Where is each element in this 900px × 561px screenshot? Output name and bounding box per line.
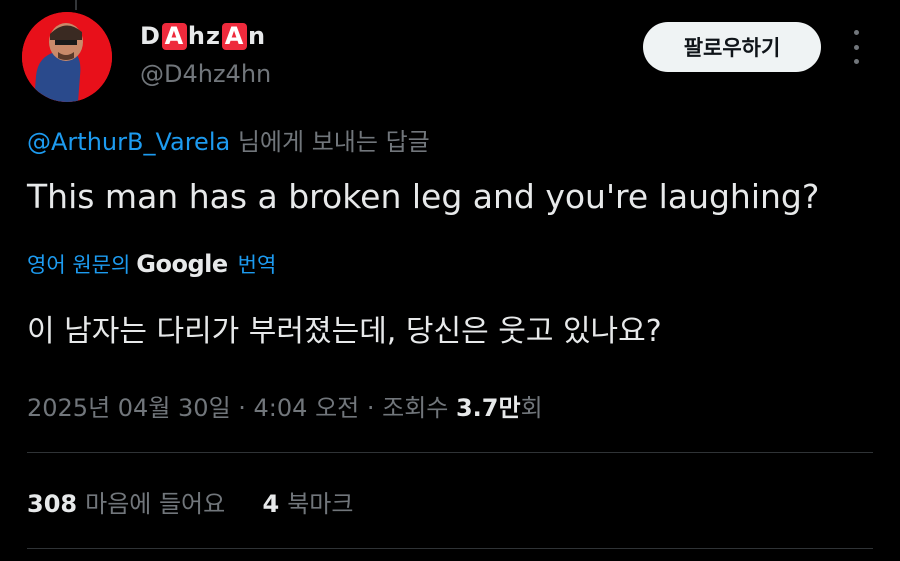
bookmarks-stat[interactable]: 4 북마크 (263, 490, 354, 518)
translation-suffix: 번역 (237, 253, 277, 277)
tweet-datetime[interactable]: 2025년 04월 30일 · 4:04 오전 · 조회수 (27, 394, 456, 422)
dot (853, 30, 859, 35)
thread-connector-line (75, 0, 77, 10)
reply-mention-link[interactable]: @ArthurB_Varela (27, 128, 230, 156)
views-count: 3.7만 (455, 394, 521, 422)
reply-to-suffix: 님에게 보내는 답글 (237, 128, 430, 156)
likes-stat[interactable]: 308 마음에 들어요 (27, 490, 225, 518)
translation-prefix: 영어 원문의 (27, 253, 131, 277)
tweet-meta: 2025년 04월 30일 · 4:04 오전 · 조회수 3.7만회 (27, 388, 543, 423)
avatar-image (22, 12, 112, 102)
name-part: n (247, 22, 267, 50)
follow-button[interactable]: 팔로우하기 (643, 22, 821, 72)
name-part: D (140, 22, 161, 50)
avatar[interactable] (22, 12, 112, 102)
engagement-stats: 308 마음에 들어요 4 북마크 (27, 484, 353, 519)
name-letter-box: A (221, 22, 247, 50)
google-logo: Google (136, 250, 228, 278)
likes-count: 308 (27, 490, 78, 518)
name-part: hz (187, 22, 221, 50)
author-display-name[interactable]: D A hz A n (140, 22, 266, 50)
divider (27, 548, 873, 549)
dot (853, 59, 859, 64)
reply-to-line: @ArthurB_Varela 님에게 보내는 답글 (27, 122, 430, 157)
divider (27, 452, 873, 453)
dot (853, 44, 859, 50)
bookmarks-label: 북마크 (287, 490, 354, 518)
translation-attribution[interactable]: 영어 원문의 Google 번역 (27, 249, 276, 279)
likes-label: 마음에 들어요 (85, 490, 226, 518)
name-letter-box: A (161, 22, 187, 50)
translated-tweet-text: 이 남자는 다리가 부러졌는데, 당신은 웃고 있나요? (27, 314, 662, 349)
more-options-icon[interactable] (844, 30, 868, 64)
views-suffix: 회 (520, 394, 543, 422)
author-handle[interactable]: @D4hz4hn (140, 60, 271, 88)
bookmarks-count: 4 (262, 490, 280, 518)
tweet-text: This man has a broken leg and you're lau… (27, 177, 820, 216)
